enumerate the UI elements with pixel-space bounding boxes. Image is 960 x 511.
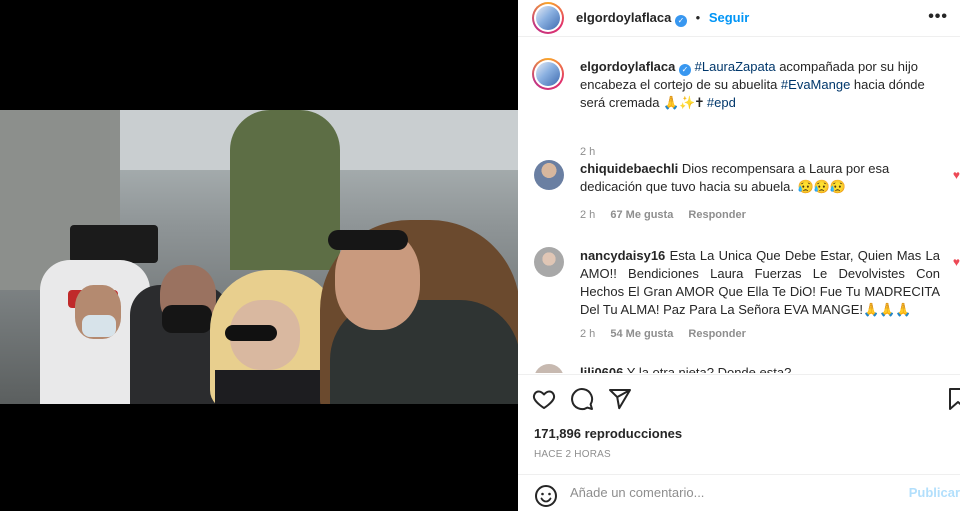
comments-scroll[interactable]: elgordoylaflaca ✓ #LauraZapata acompañad… [518, 37, 960, 373]
video-player[interactable] [0, 110, 518, 404]
comment-form: Publicar [518, 474, 960, 511]
post-timestamp: HACE 2 HORAS [534, 449, 611, 460]
post-header: elgordoylaflaca ✓ • Seguir ••• [518, 0, 960, 36]
video-person-1-mask [82, 315, 116, 337]
post-panel: elgordoylaflaca ✓ • Seguir ••• elgordoyl… [518, 0, 960, 511]
comment-username[interactable]: lili0606 [580, 365, 623, 373]
caption-item: elgordoylaflaca ✓ #LauraZapata acompañad… [518, 58, 960, 158]
video-scene-camera [70, 225, 158, 263]
comment-username[interactable]: nancydaisy16 [580, 248, 665, 263]
post-comment-button[interactable]: Publicar [909, 485, 960, 500]
action-bar [518, 375, 960, 425]
comment-input[interactable] [570, 485, 890, 500]
reply-button[interactable]: Responder [688, 209, 745, 221]
comment-time[interactable]: 2 h [580, 328, 595, 340]
more-options-icon[interactable]: ••• [928, 8, 948, 26]
bookmark-icon[interactable] [946, 387, 960, 411]
verified-badge-icon: ✓ [675, 15, 687, 27]
verified-badge-icon: ✓ [679, 64, 691, 76]
comment-text: lili0606 Y la otra nieta? Donde esta? [580, 364, 940, 373]
follow-button[interactable]: Seguir [709, 10, 749, 25]
caption-text: elgordoylaflaca ✓ #LauraZapata acompañad… [580, 58, 940, 112]
reply-button[interactable]: Responder [688, 328, 745, 340]
video-person-3-coat [215, 370, 335, 404]
hashtag-link[interactable]: #LauraZapata [695, 59, 776, 74]
comment-time[interactable]: 2 h [580, 209, 595, 221]
video-person-3-glasses [225, 325, 277, 341]
comment-item: nancydaisy16 Esta La Unica Que Debe Esta… [518, 247, 960, 357]
avatar[interactable] [534, 247, 564, 277]
comment-icon[interactable] [570, 387, 594, 411]
hashtag-link[interactable]: #epd [707, 95, 736, 110]
avatar[interactable] [532, 58, 564, 90]
avatar[interactable] [534, 364, 564, 373]
comment-text: nancydaisy16 Esta La Unica Que Debe Esta… [580, 247, 940, 319]
avatar[interactable] [534, 160, 564, 190]
caption-meta: 2 h [580, 146, 607, 158]
hashtag-link[interactable]: #EvaMange [781, 77, 850, 92]
comment-item: lili0606 Y la otra nieta? Donde esta? [518, 364, 960, 373]
author-username[interactable]: elgordoylaflaca [576, 10, 671, 25]
header-user: elgordoylaflaca ✓ • Seguir [576, 10, 749, 27]
heart-icon[interactable]: ♥ [953, 168, 960, 182]
view-count[interactable]: 171,896 reproducciones [534, 426, 682, 441]
emoji-icon[interactable] [534, 484, 558, 508]
caption-time[interactable]: 2 h [580, 146, 595, 158]
comment-body: Y la otra nieta? Donde esta? [626, 365, 792, 373]
avatar[interactable] [532, 2, 564, 34]
comment-text: chiquidebaechli Dios recompensara a Laur… [580, 160, 940, 196]
heart-icon[interactable]: ♥ [953, 255, 960, 269]
comment-username[interactable]: chiquidebaechli [580, 161, 678, 176]
media-area [0, 0, 518, 511]
video-person-4-glasses [328, 230, 408, 250]
caption-username[interactable]: elgordoylaflaca [580, 59, 675, 74]
comment-item: chiquidebaechli Dios recompensara a Laur… [518, 160, 960, 230]
video-scene-tree [230, 110, 340, 270]
comment-likes[interactable]: 67 Me gusta [610, 209, 673, 221]
heart-icon[interactable] [532, 387, 556, 411]
video-person-2-mask [162, 305, 212, 333]
comment-meta: 2 h 54 Me gusta Responder [580, 328, 758, 340]
comment-likes[interactable]: 54 Me gusta [610, 328, 673, 340]
comment-meta: 2 h 67 Me gusta Responder [580, 209, 758, 221]
share-icon[interactable] [608, 387, 632, 411]
separator-dot: • [695, 10, 701, 25]
